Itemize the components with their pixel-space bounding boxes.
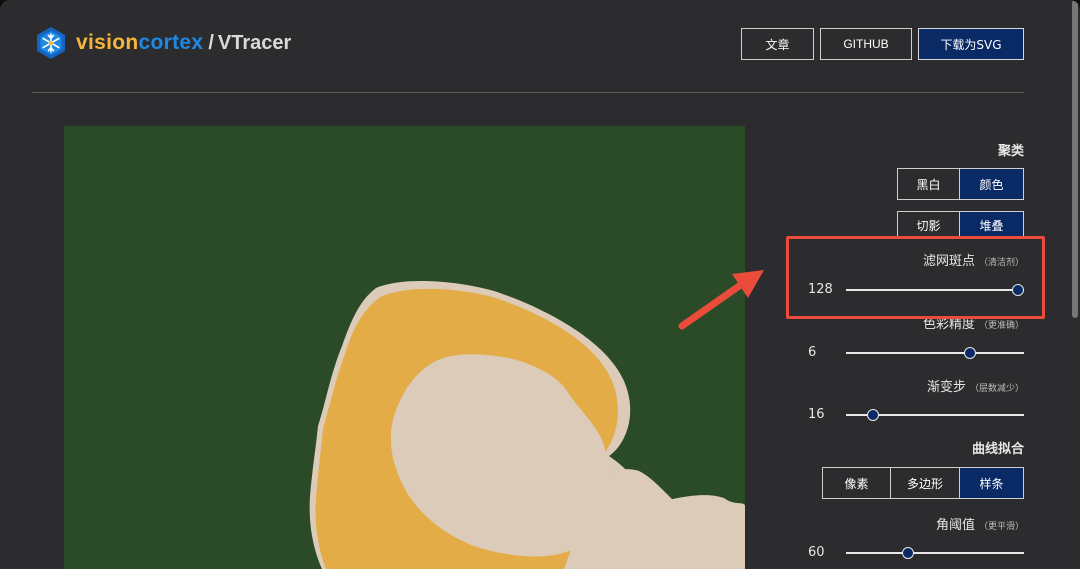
gradient-step-slider[interactable] (846, 409, 1024, 421)
stacked-option[interactable]: 堆叠 (960, 212, 1023, 238)
scrollbar-thumb[interactable] (1072, 0, 1078, 318)
slider-thumb[interactable] (1012, 284, 1024, 296)
curve-fitting-title: 曲线拟合 (971, 442, 1024, 457)
cutout-option[interactable]: 切影 (898, 212, 960, 238)
filter-speckle-slider[interactable] (846, 284, 1024, 296)
pixel-option[interactable]: 像素 (823, 468, 891, 498)
app-window: visioncortex / VTracer 文章 GITHUB 下载为SVG … (0, 0, 1080, 569)
brand[interactable]: visioncortex / VTracer (34, 26, 291, 60)
corner-threshold-slider[interactable] (846, 547, 1024, 559)
color-precision-label: 色彩精度 （更准确） (922, 317, 1024, 332)
corner-threshold-label: 角阈值 （更平滑） (935, 518, 1024, 533)
article-button[interactable]: 文章 (741, 28, 814, 60)
snowflake-hex-logo-icon (37, 27, 65, 59)
polygon-option[interactable]: 多边形 (891, 468, 960, 498)
gradient-step-value: 16 (808, 407, 825, 422)
product-name: VTracer (217, 31, 292, 54)
slider-track (846, 552, 1024, 554)
slider-thumb[interactable] (867, 409, 879, 421)
header-divider (32, 92, 1024, 93)
color-option[interactable]: 颜色 (960, 169, 1023, 199)
hierarchy-toggle: 切影 堆叠 (897, 211, 1024, 239)
slider-track (846, 352, 1024, 354)
preview-canvas[interactable] (64, 126, 745, 569)
brand-wordmark: visioncortex (76, 31, 204, 54)
corner-threshold-value: 60 (808, 545, 825, 560)
github-button[interactable]: GITHUB (820, 28, 912, 60)
color-precision-value: 6 (808, 345, 817, 360)
curve-fitting-toggle: 像素 多边形 样条 (822, 467, 1024, 499)
bw-option[interactable]: 黑白 (898, 169, 960, 199)
settings-panel: 聚类 黑白 颜色 切影 堆叠 滤网斑点 （清洁剂） 128 色彩精度 （更准确） 6… (790, 126, 1030, 569)
color-mode-toggle: 黑白 颜色 (897, 168, 1024, 200)
header-actions: 文章 GITHUB 下载为SVG (741, 28, 1024, 60)
color-precision-slider[interactable] (846, 347, 1024, 359)
filter-speckle-value: 128 (808, 282, 833, 297)
vectorized-image (309, 280, 745, 569)
brand-separator: / (208, 31, 214, 54)
download-svg-button[interactable]: 下载为SVG (918, 28, 1024, 60)
slider-thumb[interactable] (964, 347, 976, 359)
clustering-title: 聚类 (997, 144, 1024, 159)
slider-track (846, 289, 1024, 291)
spline-option[interactable]: 样条 (960, 468, 1023, 498)
annotation-arrow-icon (678, 270, 764, 330)
filter-speckle-label: 滤网斑点 （清洁剂） (922, 254, 1024, 269)
gradient-step-label: 渐变步 （层数减少） (926, 380, 1024, 395)
slider-thumb[interactable] (902, 547, 914, 559)
